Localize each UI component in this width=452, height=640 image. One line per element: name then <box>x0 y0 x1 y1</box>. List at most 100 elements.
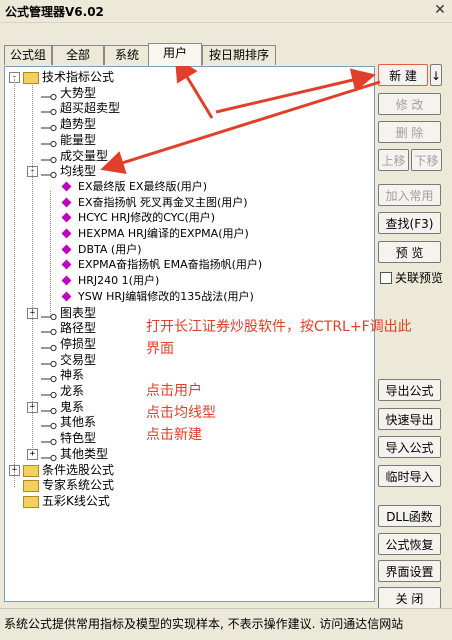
import-button[interactable]: 导入公式 <box>378 436 441 458</box>
formula-item[interactable]: HRJ240 1(用户) <box>5 273 365 289</box>
tree-root-item[interactable]: + 条件选股公式 <box>5 462 365 478</box>
delete-button[interactable]: 删 除 <box>378 121 441 143</box>
tree-root-item[interactable]: 五彩K线公式 <box>5 493 365 509</box>
annotation-step2: 点击均线型 <box>146 405 216 421</box>
formula-icon <box>61 228 72 239</box>
group-key-icon <box>41 309 57 320</box>
preview-button[interactable]: 预 览 <box>378 241 441 263</box>
formula-icon <box>61 291 72 302</box>
group-key-icon <box>41 136 57 147</box>
temp-import-button[interactable]: 临时导入 <box>378 465 441 487</box>
expand-toggle-icon[interactable]: + <box>27 448 38 460</box>
dll-function-button[interactable]: DLL函数 <box>378 505 441 527</box>
group-key-icon <box>41 167 57 179</box>
tab-all[interactable]: 全部 <box>52 45 104 65</box>
tree-node-label: HRJ240 1(用户) <box>78 274 160 288</box>
window-title: 公式管理器V6.02 <box>5 5 104 19</box>
tree-group-item[interactable]: + 其他类型 <box>5 446 365 462</box>
group-key-icon <box>41 324 57 336</box>
tree-node-label: 均线型 <box>60 164 97 179</box>
tree-node-label: 其他系 <box>60 415 97 430</box>
formula-item[interactable]: DBTA (用户) <box>5 242 365 258</box>
annotation-step3: 点击新建 <box>146 427 202 443</box>
formula-icon <box>61 212 72 223</box>
tree-group-item[interactable]: 超买超卖型 <box>5 100 365 116</box>
quick-export-button[interactable]: 快速导出 <box>378 408 441 430</box>
tree-node-label: 专家系统公式 <box>42 478 115 493</box>
formula-item[interactable]: EX最终版 EX最终版(用户) <box>5 179 365 195</box>
tree-node-label: 图表型 <box>60 305 97 320</box>
tree-group-item[interactable]: 停损型 <box>5 336 365 352</box>
group-key-icon <box>41 371 57 383</box>
group-key-icon <box>41 450 57 461</box>
folder-icon <box>23 464 39 477</box>
tree-node-label: 条件选股公式 <box>42 462 115 477</box>
tab-formula-group[interactable]: 公式组 <box>4 45 52 65</box>
tree-group-item[interactable]: 趋势型 <box>5 116 365 132</box>
tree-node-label: 能量型 <box>60 132 97 147</box>
tree-node-label: 鬼系 <box>60 399 85 414</box>
tree-root-item[interactable]: 专家系统公式 <box>5 477 365 493</box>
group-key-icon <box>41 152 57 163</box>
tree-node-label: YSW HRJ编辑修改的135战法(用户) <box>78 289 254 303</box>
tree-node-label: 其他类型 <box>60 446 109 461</box>
group-key-icon <box>41 403 57 414</box>
formula-icon <box>61 181 72 192</box>
modify-button[interactable]: 修 改 <box>378 93 441 115</box>
tree-connector <box>14 79 15 488</box>
group-key-icon <box>41 418 57 430</box>
folder-icon <box>23 480 39 493</box>
tree-node-label: 大势型 <box>60 85 97 100</box>
group-key-icon <box>41 104 57 116</box>
tree-node-label: 技术指标公式 <box>42 70 115 84</box>
tree-group-item[interactable]: 成交量型 <box>5 148 365 164</box>
annotation-line2: 界面 <box>146 341 174 357</box>
formula-item[interactable]: EXPMA奋指扬帆 EMA奋指扬帆(用户) <box>5 257 365 273</box>
group-key-icon <box>41 387 57 399</box>
restore-formula-button[interactable]: 公式恢复 <box>378 533 441 555</box>
group-key-icon <box>41 89 57 100</box>
folder-icon <box>23 495 39 508</box>
formula-item[interactable]: HCYC HRJ修改的CYC(用户) <box>5 210 365 226</box>
tree-group-item[interactable]: 能量型 <box>5 132 365 148</box>
tree-node-label: HCYC HRJ修改的CYC(用户) <box>78 211 216 225</box>
tab-user[interactable]: 用户 <box>148 43 202 66</box>
ui-settings-button[interactable]: 界面设置 <box>378 560 441 582</box>
group-key-icon <box>41 120 57 132</box>
folder-icon <box>23 72 39 84</box>
new-button[interactable]: 新 建 <box>378 64 428 86</box>
tree-node-label: 神系 <box>60 368 85 383</box>
tree-node-label: EXPMA奋指扬帆 EMA奋指扬帆(用户) <box>78 258 263 272</box>
tab-sort-by-date[interactable]: 按日期排序 <box>202 45 276 65</box>
tree-group-item[interactable]: 交易型 <box>5 352 365 368</box>
tree-node-label: DBTA (用户) <box>78 242 142 256</box>
tree-node-label: EX最终版 EX最终版(用户) <box>78 179 208 193</box>
tree-node-label: 五彩K线公式 <box>42 493 110 508</box>
find-button[interactable]: 查找(F3) <box>378 212 441 234</box>
new-dropdown-button[interactable]: ↓ <box>430 64 442 86</box>
tree-node-label: 停损型 <box>60 336 97 351</box>
export-button[interactable]: 导出公式 <box>378 379 441 401</box>
formula-item[interactable]: HEXPMA HRJ编译的EXPMA(用户) <box>5 226 365 242</box>
tree-root-indicators[interactable]: - 技术指标公式 <box>5 69 365 85</box>
link-preview-label: 关联预览 <box>395 271 444 285</box>
tree-node-label: 交易型 <box>60 352 97 367</box>
group-key-icon <box>41 340 57 351</box>
tree-node-label: HEXPMA HRJ编译的EXPMA(用户) <box>78 227 249 240</box>
tree-group-ma[interactable]: - 均线型 <box>5 163 365 179</box>
link-preview-checkbox[interactable] <box>380 272 392 284</box>
title-bar: 公式管理器V6.02 ✕ <box>0 0 452 23</box>
formula-manager-window: 公式管理器V6.02 ✕ 公式组 全部 系统 用户 按日期排序 - 技术指标公式大… <box>0 0 452 640</box>
formula-item[interactable]: EX奋指扬帆 死叉再金叉主图(用户) <box>5 195 365 211</box>
add-common-button[interactable]: 加入常用 <box>378 184 441 206</box>
tree-group-item[interactable]: 大势型 <box>5 85 365 101</box>
tree-node-label: 超买超卖型 <box>60 101 121 116</box>
move-up-button[interactable]: 上移 <box>378 149 409 171</box>
tab-system[interactable]: 系统 <box>104 45 150 65</box>
move-down-button[interactable]: 下移 <box>411 149 442 171</box>
close-button[interactable]: 关 闭 <box>378 587 441 609</box>
formula-icon <box>61 197 72 208</box>
formula-item[interactable]: YSW HRJ编辑修改的135战法(用户) <box>5 289 365 305</box>
tree-node-label: 特色型 <box>60 431 97 446</box>
close-icon[interactable]: ✕ <box>432 2 448 18</box>
